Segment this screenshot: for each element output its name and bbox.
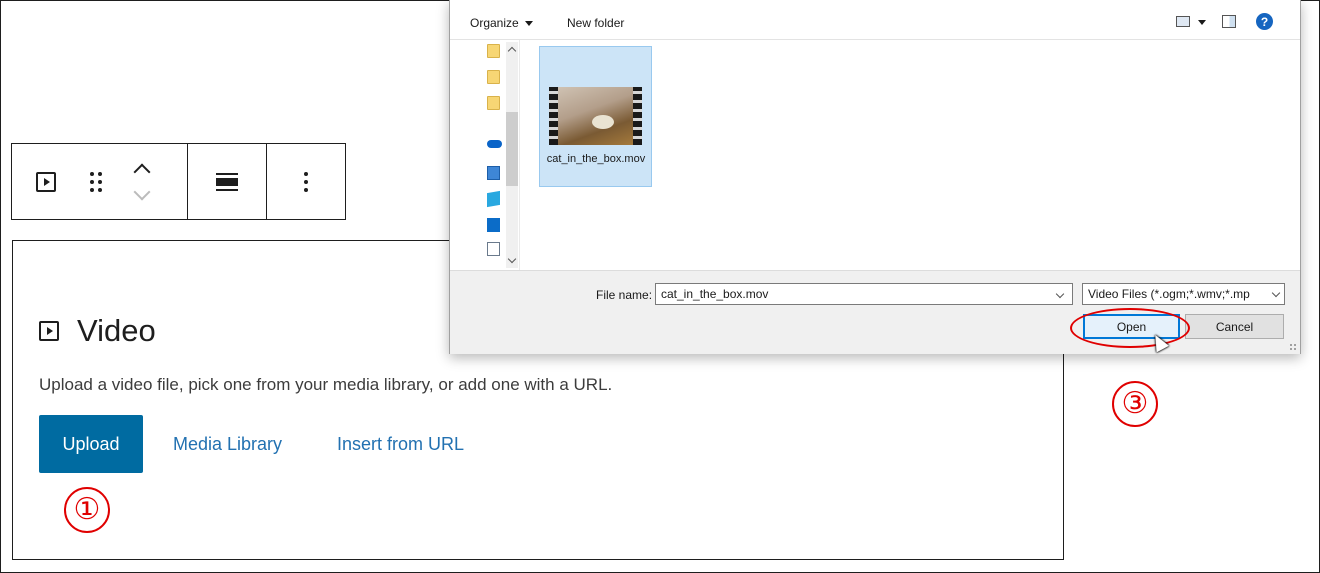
video-thumbnail-icon [549,87,642,145]
drag-handle-icon[interactable] [90,171,102,192]
folder-icon[interactable] [487,44,500,58]
new-folder-button[interactable]: New folder [567,16,624,30]
insert-from-url-link[interactable]: Insert from URL [337,434,464,455]
resize-grip-icon[interactable] [1289,343,1297,351]
dialog-footer: File name: cat_in_the_box.mov Video File… [450,270,1300,354]
more-options-icon[interactable] [304,171,308,192]
block-toolbar [11,143,346,220]
toolbar-group-align [188,144,267,219]
video-play-icon [36,171,56,192]
folder-icon[interactable] [487,70,500,84]
chevron-down-icon[interactable] [1198,20,1206,25]
folder-icon[interactable] [487,96,500,110]
video-block-type-button[interactable] [36,171,56,192]
file-item-name: cat_in_the_box.mov [546,153,646,165]
video-block-instructions: Upload a video file, pick one from your … [39,375,613,394]
file-name-label: File name: [596,288,653,302]
organize-label: Organize [470,16,519,30]
file-name-input[interactable]: cat_in_the_box.mov [655,283,1073,305]
move-up-icon[interactable] [133,163,151,180]
nav-scrollbar-thumb[interactable] [506,112,518,186]
file-type-select[interactable]: Video Files (*.ogm;*.wmv;*.mp [1082,283,1285,305]
video-block-header: Video [39,313,156,349]
callout-3: ③ [1112,381,1158,427]
onedrive-icon[interactable] [487,140,502,148]
dialog-toolbar: Organize New folder ? [450,0,1300,40]
video-block-title: Video [77,313,156,348]
organize-menu[interactable]: Organize [470,16,533,30]
video-play-icon [39,321,59,341]
toolbar-group-block [12,144,188,219]
upload-button[interactable]: Upload [39,415,143,473]
open-button[interactable]: Open [1083,314,1180,339]
preview-pane-icon[interactable] [1222,15,1236,28]
align-icon[interactable] [216,172,238,191]
view-options-icon[interactable] [1176,16,1190,27]
3d-objects-icon[interactable] [487,190,500,208]
desktop-icon[interactable] [487,218,500,232]
move-down-icon[interactable] [133,183,151,200]
callout-1: ① [64,487,110,533]
toolbar-group-options [267,144,345,219]
file-open-dialog: Organize New folder ? cat_in_the_box.mov… [449,0,1301,354]
file-item-selected[interactable]: cat_in_the_box.mov [539,46,652,187]
chevron-down-icon [524,20,533,26]
media-library-link[interactable]: Media Library [173,434,282,455]
this-pc-icon[interactable] [487,166,500,180]
help-icon[interactable]: ? [1256,13,1273,30]
documents-icon[interactable] [487,242,500,256]
block-movers [133,163,151,200]
cancel-button[interactable]: Cancel [1185,314,1284,339]
